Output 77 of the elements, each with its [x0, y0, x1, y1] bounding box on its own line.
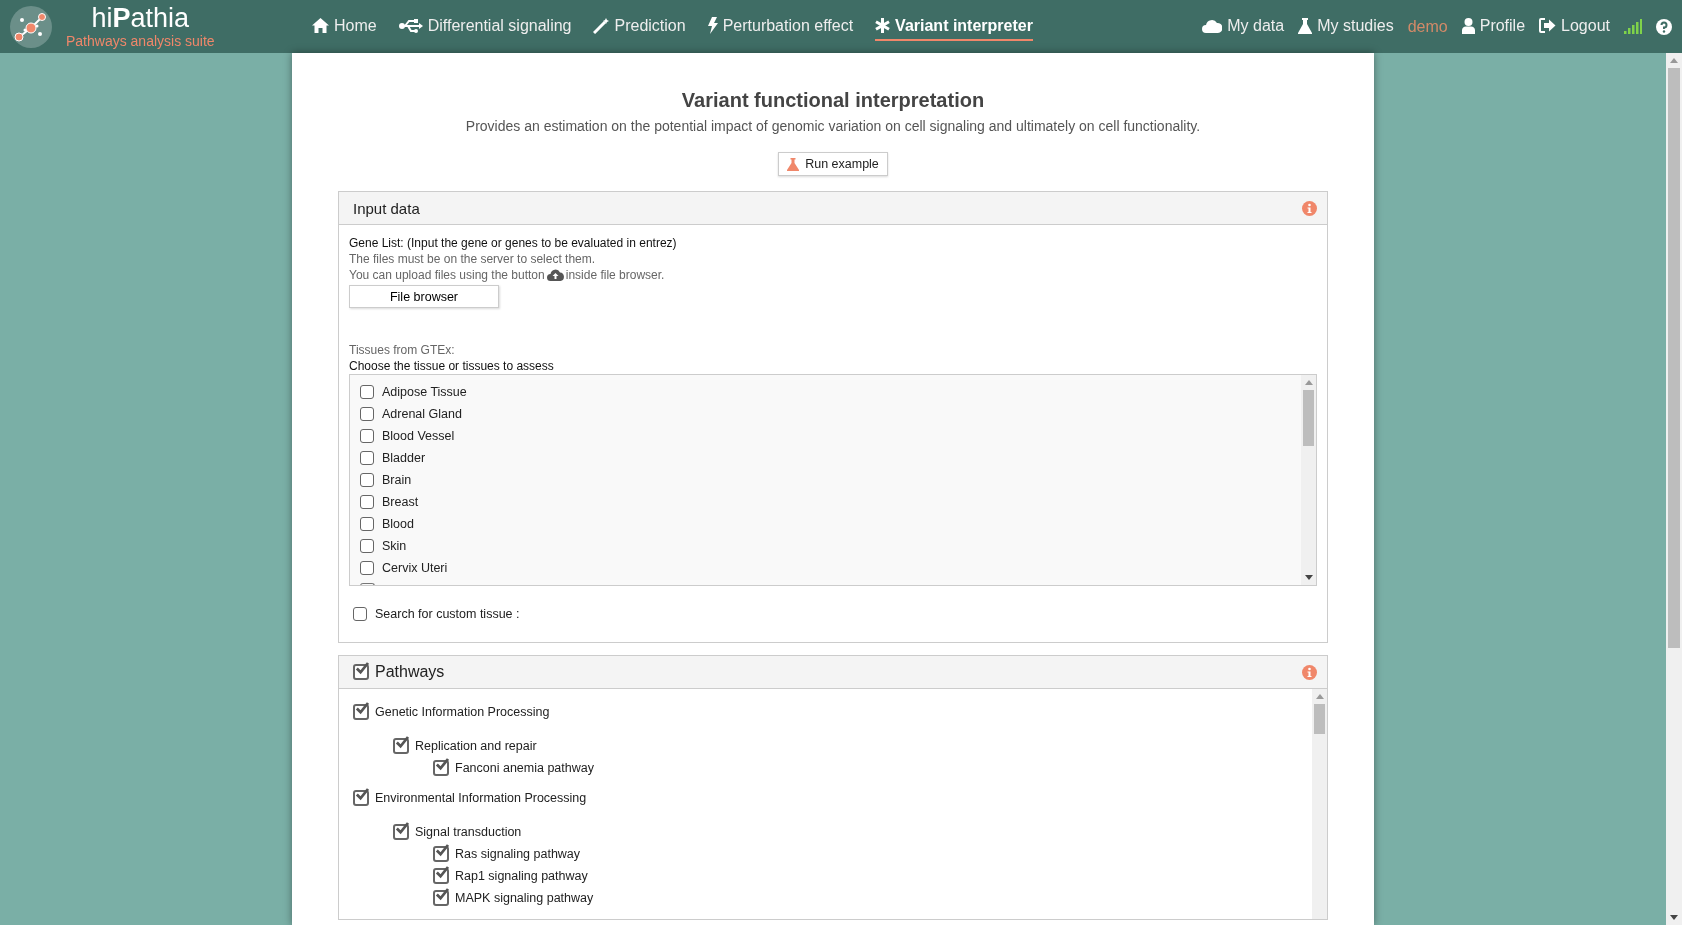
nav-tab[interactable]: Perturbation effect	[707, 12, 854, 41]
scrollbar[interactable]	[1301, 375, 1316, 585]
pathway-tree-item[interactable]: Rap1 signaling pathway	[433, 865, 1298, 887]
checkbox[interactable]	[393, 738, 409, 754]
checkbox[interactable]	[360, 429, 374, 443]
checkbox[interactable]	[433, 868, 449, 884]
home-icon	[312, 18, 329, 33]
hint-text: You can upload files using the button	[349, 267, 545, 283]
tissue-option[interactable]: Blood	[360, 513, 1291, 535]
checkbox[interactable]	[360, 473, 374, 487]
tissue-option[interactable]: Cervix Uteri	[360, 557, 1291, 579]
usb-icon	[398, 18, 423, 33]
flask-icon	[1298, 17, 1313, 34]
cloud-icon	[1202, 18, 1223, 33]
help-icon[interactable]	[1656, 18, 1672, 35]
nav-link[interactable]: My data	[1202, 12, 1285, 41]
tissue-option[interactable]: Adipose Tissue	[360, 381, 1291, 403]
nav-tab[interactable]: Differential signaling	[398, 12, 572, 41]
checkbox[interactable]	[353, 790, 369, 806]
checkbox[interactable]	[360, 495, 374, 509]
panel-title: Input data	[353, 199, 420, 217]
page-subtitle: Provides an estimation on the potential impact of genomic variation on cell signaling and ultimately on cell functionality.	[464, 118, 1202, 134]
checkbox[interactable]	[360, 539, 374, 553]
checkbox[interactable]	[360, 561, 374, 575]
nav-tab[interactable]: Prediction	[593, 12, 686, 41]
checkbox[interactable]	[360, 451, 374, 465]
brand-tagline: Pathways analysis suite	[66, 33, 215, 49]
pathway-tree-item[interactable]: MAPK signaling pathway	[433, 887, 1298, 909]
nav-link[interactable]: Logout	[1539, 12, 1610, 41]
tissue-option[interactable]: Blood Vessel	[360, 425, 1291, 447]
checkbox[interactable]	[360, 517, 374, 531]
checkbox[interactable]	[433, 846, 449, 862]
user-icon	[1461, 17, 1475, 34]
page-title: Variant functional interpretation	[680, 89, 986, 112]
flask-icon	[787, 157, 800, 171]
cloud-upload-icon	[546, 269, 564, 281]
pathway-tree-item[interactable]: Fanconi anemia pathway	[433, 757, 1298, 779]
lightning-icon	[707, 17, 718, 34]
nav-link[interactable]: My studies	[1298, 12, 1394, 41]
checkbox[interactable]	[360, 407, 374, 421]
hint-text: The files must be on the server to select them.	[349, 251, 597, 267]
tissues-label: Choose the tissue or tissues to assess	[349, 358, 555, 374]
gene-list-label: Gene List: (Input the gene or genes to be evaluated in entrez)	[349, 235, 678, 251]
pathway-tree-item[interactable]: Signal transduction	[393, 821, 1298, 843]
tissue-option[interactable]: Breast	[360, 491, 1291, 513]
scrollbar[interactable]	[1312, 689, 1327, 919]
pathway-tree-item[interactable]: Replication and repair	[393, 735, 1298, 757]
nav-tab[interactable]: Home	[312, 12, 377, 41]
nav-link[interactable]: Profile	[1461, 12, 1526, 41]
checkbox[interactable]	[353, 704, 369, 720]
pathway-tree-item[interactable]: Ras signaling pathway	[433, 843, 1298, 865]
run-example-button[interactable]: Run example	[778, 152, 888, 176]
checkbox[interactable]	[353, 664, 369, 680]
custom-tissue-option[interactable]: Search for custom tissue :	[349, 606, 1317, 622]
nav-tab[interactable]: Variant interpreter	[875, 12, 1033, 41]
logout-icon	[1539, 18, 1557, 33]
checkbox[interactable]	[393, 824, 409, 840]
magic-wand-icon	[593, 17, 610, 34]
checkbox[interactable]	[360, 385, 374, 399]
page-scrollbar[interactable]	[1666, 53, 1682, 925]
tissue-option[interactable]: Bladder	[360, 447, 1291, 469]
pathway-tree-item[interactable]: Environmental Information Processing	[353, 787, 1298, 809]
tissue-option[interactable]: Adrenal Gland	[360, 403, 1291, 425]
tissues-source-label: Tissues from GTEx:	[349, 342, 456, 358]
tissue-option[interactable]: Skin	[360, 535, 1291, 557]
network-logo-icon[interactable]	[10, 5, 52, 48]
brand-name[interactable]: hiPathia	[91, 4, 190, 33]
file-browser-button[interactable]: File browser	[349, 285, 499, 308]
signal-strength-icon	[1624, 19, 1642, 34]
tissue-option[interactable]: Brain	[360, 469, 1291, 491]
pathway-tree-item[interactable]: Genetic Information Processing	[353, 701, 1298, 723]
panel-title: Pathways	[375, 663, 445, 681]
hint-text: inside file browser.	[565, 267, 665, 283]
checkbox[interactable]	[433, 760, 449, 776]
asterisk-icon	[875, 18, 891, 33]
checkbox[interactable]	[433, 890, 449, 906]
checkbox[interactable]	[353, 607, 367, 621]
